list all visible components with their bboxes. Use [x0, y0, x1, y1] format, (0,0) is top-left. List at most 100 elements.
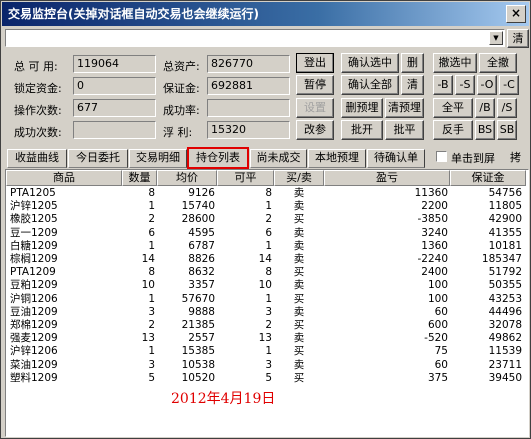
cell-pnl: -2240	[417, 253, 448, 265]
cell-side: 买	[293, 319, 305, 331]
cell-quantity: 1	[148, 292, 155, 305]
confirm-all-button[interactable]: 确认全部	[341, 75, 399, 95]
cell-product: 豆一1209	[10, 226, 58, 239]
cell-closable: 5	[265, 371, 272, 384]
delete-button[interactable]: 删	[401, 53, 424, 73]
table-row[interactable]: PTA1209 8 8632 8 买 2400 51792	[6, 266, 526, 279]
tab-trade-details[interactable]: 交易明细	[129, 149, 187, 168]
copy-label[interactable]: 拷	[510, 149, 521, 165]
cell-margin: 11805	[488, 200, 522, 213]
account-combo[interactable]: ▼	[5, 29, 505, 47]
cell-margin: 51792	[488, 266, 522, 279]
table-row[interactable]: 橡胶1205 2 28600 2 买 -3850 42900	[6, 213, 526, 226]
col-header-quantity[interactable]: 数量	[122, 170, 157, 186]
col-header-product[interactable]: 商品	[6, 170, 122, 186]
cell-pnl: 100	[427, 279, 448, 292]
cell-product: 橡胶1205	[10, 213, 58, 226]
clear-button[interactable]: 清	[507, 29, 529, 48]
cancel-all-button[interactable]: 全撤	[479, 53, 517, 73]
cell-product: 白糖1209	[10, 239, 58, 252]
close-icon[interactable]: ×	[506, 5, 526, 23]
cell-product: 沪锌1205	[10, 200, 58, 213]
tab-pending[interactable]: 尚未成交	[250, 149, 307, 168]
cell-quantity: 10	[141, 279, 155, 292]
cell-pnl: 1360	[421, 239, 448, 252]
cell-margin: 49862	[488, 332, 522, 345]
batch-open-button[interactable]: 批开	[341, 120, 383, 140]
table-row[interactable]: 白糖1209 1 6787 1 卖 1360 10181	[6, 240, 526, 253]
table-row[interactable]: 豆一1209 6 4595 6 卖 3240 41355	[6, 227, 526, 240]
cell-avg-price: 3357	[188, 279, 215, 292]
table-row[interactable]: 沪锌1206 1 15385 1 买 75 11539	[6, 345, 526, 358]
table-row[interactable]: 棕榈1209 14 8826 14 卖 -2240 185347	[6, 253, 526, 266]
margin-label: 保证金:	[163, 82, 200, 95]
cancel-selected-button[interactable]: 撤选中	[433, 53, 477, 73]
col-header-margin[interactable]: 保证金	[450, 170, 526, 186]
cell-side: 卖	[293, 279, 305, 292]
cell-avg-price: 6787	[188, 239, 215, 252]
close-all-button[interactable]: 全平	[433, 98, 473, 118]
table-row[interactable]: 豆油1209 3 9888 3 卖 60 44496	[6, 306, 526, 319]
cell-quantity: 3	[148, 358, 155, 371]
cell-product: 豆粕1209	[10, 279, 58, 292]
cell-side: 卖	[293, 239, 305, 252]
clear-small-button[interactable]: 清	[401, 75, 424, 95]
col-header-pnl[interactable]: 盈亏	[324, 170, 450, 186]
col-header-side[interactable]: 买/卖	[274, 170, 324, 186]
table-row[interactable]: 强麦1209 13 2557 13 卖 -520 49862	[6, 332, 526, 345]
cell-margin: 54756	[488, 187, 522, 199]
total-assets-label: 总资产:	[163, 60, 200, 73]
table-row[interactable]: 郑棉1209 2 21385 2 买 600 32078	[6, 319, 526, 332]
slash-b-button[interactable]: /B	[475, 98, 495, 118]
cell-margin: 185347	[481, 253, 522, 265]
single-screen-checkbox[interactable]	[436, 151, 447, 162]
tab-local-presets[interactable]: 本地预埋	[308, 149, 366, 168]
clear-preset-button[interactable]: 清预埋	[385, 98, 424, 118]
cell-avg-price: 28600	[181, 213, 215, 226]
delete-preset-button[interactable]: 删预埋	[341, 98, 383, 118]
cell-avg-price: 9126	[188, 187, 215, 199]
cell-avg-price: 10538	[181, 358, 215, 371]
tab-positions[interactable]: 持仓列表	[187, 147, 249, 169]
col-header-avg-price[interactable]: 均价	[157, 170, 217, 186]
tab-today-orders[interactable]: 今日委托	[68, 149, 128, 168]
table-row[interactable]: PTA1205 8 9126 8 卖 11360 54756	[6, 187, 526, 200]
minus-c-button[interactable]: -C	[499, 75, 519, 95]
settings-button[interactable]: 设置	[296, 98, 334, 118]
table-row[interactable]: 菜油1209 3 10538 3 卖 60 23711	[6, 359, 526, 372]
cell-product: 郑棉1209	[10, 319, 58, 331]
bs-button[interactable]: BS	[475, 120, 495, 140]
batch-close-button[interactable]: 批平	[385, 120, 424, 140]
pause-button[interactable]: 暂停	[296, 75, 334, 95]
logout-button[interactable]: 登出	[296, 53, 334, 73]
cell-side: 卖	[293, 332, 305, 345]
available-label: 总 可 用:	[14, 60, 58, 73]
cell-pnl: 2200	[421, 200, 448, 213]
chevron-down-icon[interactable]: ▼	[489, 31, 503, 45]
table-row[interactable]: 塑料1209 5 10520 5 买 375 39450	[6, 372, 526, 385]
minus-b-button[interactable]: -B	[433, 75, 453, 95]
cell-closable: 6	[265, 226, 272, 239]
cell-side: 卖	[293, 358, 305, 371]
cell-side: 买	[293, 292, 305, 305]
cell-quantity: 8	[148, 266, 155, 279]
change-params-button[interactable]: 改参	[296, 120, 334, 140]
table-row[interactable]: 豆粕1209 10 3357 10 卖 100 50355	[6, 279, 526, 292]
success-count-field	[73, 121, 156, 139]
minus-s-button[interactable]: -S	[455, 75, 475, 95]
cell-pnl: 2400	[421, 266, 448, 279]
cell-closable: 8	[265, 266, 272, 279]
minus-o-button[interactable]: -O	[477, 75, 497, 95]
tab-profit-curve[interactable]: 收益曲线	[7, 149, 67, 168]
reverse-button[interactable]: 反手	[433, 120, 473, 140]
col-header-closable[interactable]: 可平	[217, 170, 274, 186]
cell-closable: 2	[265, 213, 272, 226]
date-stamp: 2012年4月19日	[171, 391, 276, 407]
table-row[interactable]: 沪锌1205 1 15740 1 卖 2200 11805	[6, 200, 526, 213]
table-row[interactable]: 沪铜1206 1 57670 1 买 100 43253	[6, 293, 526, 306]
sb-button[interactable]: SB	[497, 120, 517, 140]
cell-pnl: 3240	[421, 226, 448, 239]
confirm-selected-button[interactable]: 确认选中	[341, 53, 399, 73]
tab-to-confirm[interactable]: 待确认单	[367, 149, 425, 168]
slash-s-button[interactable]: /S	[497, 98, 517, 118]
